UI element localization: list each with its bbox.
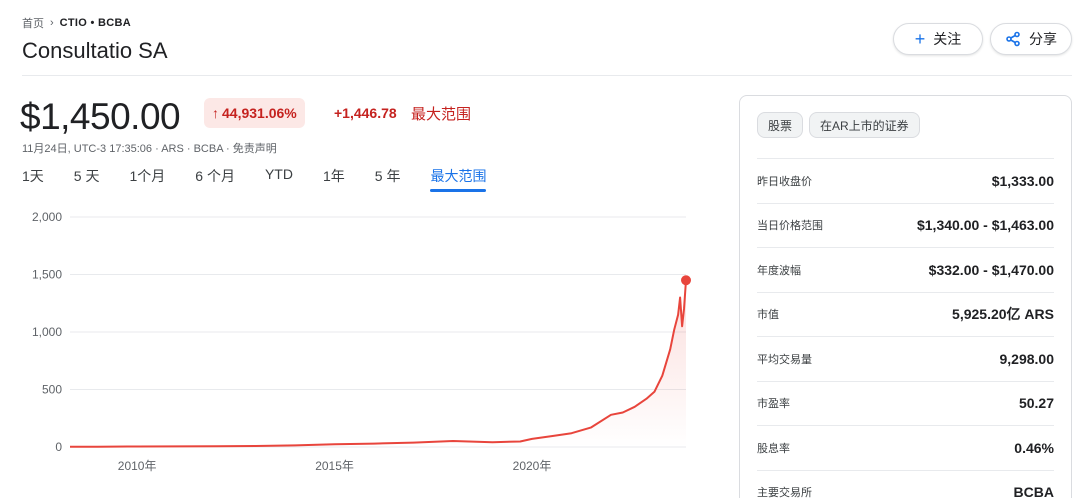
- header-actions: + 关注 分享: [893, 23, 1072, 55]
- stat-label: 平均交易量: [757, 353, 812, 366]
- share-button[interactable]: 分享: [990, 23, 1072, 55]
- stat-value: 9,298.00: [999, 350, 1055, 367]
- disclaimer-link[interactable]: 免责声明: [233, 143, 277, 155]
- share-icon: [1005, 31, 1021, 47]
- stat-label: 年度波幅: [757, 264, 801, 277]
- tag-stock[interactable]: 股票: [757, 112, 804, 138]
- stat-value: $1,333.00: [991, 172, 1054, 189]
- x-tick-label: 2020年: [513, 459, 552, 473]
- tag-row: 股票 在AR上市的证券: [757, 112, 920, 138]
- chevron-right-icon: ›: [50, 17, 54, 29]
- stat-label: 昨日收盘价: [757, 175, 812, 188]
- key-stats-panel: 股票 在AR上市的证券 昨日收盘价 $1,333.00 当日价格范围 $1,34…: [739, 95, 1072, 498]
- breadcrumb-home[interactable]: 首页: [22, 15, 44, 31]
- change-percent: 44,931.06%: [222, 105, 297, 121]
- last-price-point: [681, 275, 691, 286]
- stat-value: 50.27: [1018, 395, 1054, 412]
- tab-5y[interactable]: 5 年: [375, 166, 401, 192]
- stat-value: BCBA: [1013, 484, 1054, 498]
- follow-button[interactable]: + 关注: [893, 23, 983, 55]
- range-tabs: 1天 5 天 1个月 6 个月 YTD 1年 5 年 最大范围: [22, 166, 516, 192]
- change-period: 最大范围: [411, 106, 472, 123]
- tab-5d[interactable]: 5 天: [74, 166, 100, 192]
- y-tick-label: 500: [42, 383, 62, 397]
- y-tick-label: 0: [55, 440, 62, 454]
- quote-meta: 11月24日, UTC-3 17:35:06 · ARS · BCBA · 免责…: [22, 140, 277, 156]
- tag-ar-listed[interactable]: 在AR上市的证券: [809, 112, 920, 138]
- stat-label: 股息率: [757, 442, 790, 455]
- tab-1d[interactable]: 1天: [22, 166, 44, 192]
- stat-label: 当日价格范围: [757, 220, 823, 233]
- header-divider: [22, 75, 1072, 76]
- arrow-up-icon: ↑: [212, 105, 219, 121]
- price-chart[interactable]: 2,000 1,500 1,000 500 0 2010年 2015年 2020年: [0, 200, 720, 498]
- tab-1y[interactable]: 1年: [323, 166, 345, 192]
- stat-label: 市值: [757, 309, 779, 322]
- stat-label: 主要交易所: [757, 487, 812, 498]
- price-chart-svg: 2,000 1,500 1,000 500 0 2010年 2015年 2020年: [32, 210, 691, 473]
- tab-6m[interactable]: 6 个月: [195, 166, 235, 192]
- stat-row-market-cap: 市值 5,925.20亿 ARS: [757, 291, 1054, 337]
- price-area: [70, 280, 686, 447]
- stat-value: 0.46%: [1014, 439, 1054, 456]
- y-tick-label: 2,000: [32, 210, 62, 224]
- y-tick-label: 1,500: [32, 268, 62, 282]
- stat-row-prev-close: 昨日收盘价 $1,333.00: [757, 158, 1054, 203]
- share-label: 分享: [1029, 31, 1057, 47]
- price-line: [70, 280, 687, 448]
- stat-row-dividend-yield: 股息率 0.46%: [757, 425, 1054, 470]
- y-tick-label: 1,000: [32, 325, 62, 339]
- follow-label: 关注: [933, 31, 962, 47]
- stat-row-primary-exchange: 主要交易所 BCBA: [757, 469, 1054, 498]
- page-title: Consultatio SA: [22, 38, 168, 63]
- stat-value: 5,925.20亿 ARS: [952, 306, 1054, 323]
- stat-row-pe-ratio: 市盈率 50.27: [757, 380, 1054, 426]
- stat-row-year-range: 年度波幅 $332.00 - $1,470.00: [757, 247, 1054, 292]
- current-price: $1,450.00: [20, 96, 181, 137]
- tab-1m[interactable]: 1个月: [129, 166, 165, 192]
- change-percent-badge: ↑ 44,931.06%: [204, 98, 305, 128]
- change-absolute: +1,446.78: [334, 105, 397, 121]
- x-tick-label: 2015年: [315, 459, 354, 473]
- stat-list: 昨日收盘价 $1,333.00 当日价格范围 $1,340.00 - $1,46…: [757, 158, 1054, 498]
- breadcrumb: 首页 › CTIO • BCBA: [22, 15, 131, 31]
- stat-label: 市盈率: [757, 398, 790, 411]
- quote-meta-text: 11月24日, UTC-3 17:35:06 · ARS · BCBA ·: [22, 143, 233, 155]
- plus-icon: +: [914, 29, 926, 49]
- stat-value: $332.00 - $1,470.00: [928, 261, 1054, 278]
- tab-max[interactable]: 最大范围: [430, 166, 487, 192]
- stat-row-day-range: 当日价格范围 $1,340.00 - $1,463.00: [757, 202, 1054, 248]
- tab-ytd[interactable]: YTD: [265, 166, 293, 192]
- x-tick-label: 2010年: [118, 459, 157, 473]
- stat-value: $1,340.00 - $1,463.00: [916, 217, 1054, 234]
- stat-row-avg-volume: 平均交易量 9,298.00: [757, 336, 1054, 381]
- breadcrumb-ticker: CTIO • BCBA: [59, 17, 131, 29]
